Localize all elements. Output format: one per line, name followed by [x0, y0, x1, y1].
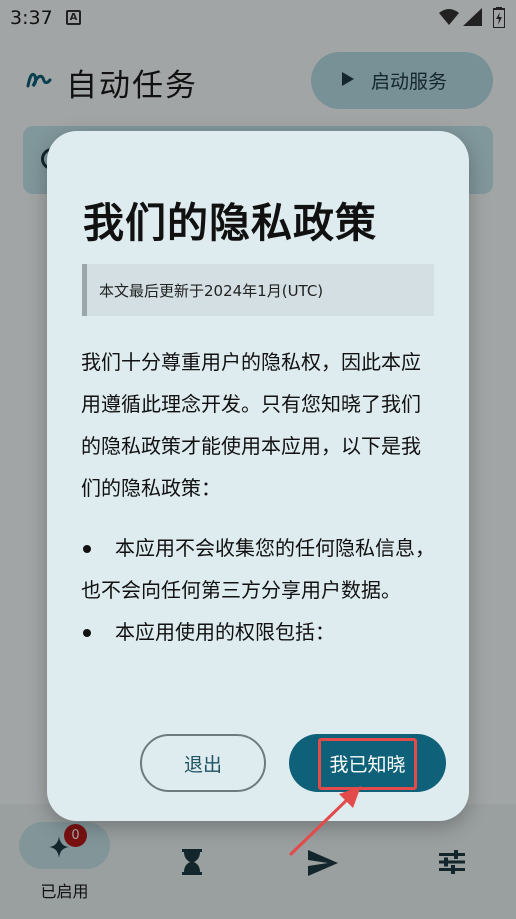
bullet-text: 本应用不会收集您的任何隐私信息，也不会向任何第三方分享用户数据。 — [81, 536, 435, 602]
list-item: 本应用使用的权限包括： — [81, 611, 435, 653]
exit-button[interactable]: 退出 — [140, 734, 266, 792]
acknowledge-button[interactable]: 我已知晓 — [289, 734, 446, 792]
bullet-text: 本应用使用的权限包括： — [115, 620, 335, 644]
list-item: 本应用不会收集您的任何隐私信息，也不会向任何第三方分享用户数据。 — [81, 527, 435, 611]
last-updated-text: 本文最后更新于2024年1月(UTC) — [99, 282, 324, 300]
last-updated-note: 本文最后更新于2024年1月(UTC) — [82, 264, 434, 316]
privacy-policy-dialog: 我们的隐私政策 本文最后更新于2024年1月(UTC) 我们十分尊重用户的隐私权… — [47, 131, 469, 821]
dialog-title: 我们的隐私政策 — [83, 199, 377, 247]
bullet-dot — [83, 629, 91, 637]
policy-bullet-list: 本应用不会收集您的任何隐私信息，也不会向任何第三方分享用户数据。 本应用使用的权… — [81, 527, 435, 653]
policy-content[interactable]: 我们十分尊重用户的隐私权，因此本应用遵循此理念开发。只有您知晓了我们的隐私政策才… — [81, 341, 435, 713]
policy-intro: 我们十分尊重用户的隐私权，因此本应用遵循此理念开发。只有您知晓了我们的隐私政策才… — [81, 350, 421, 500]
bullet-dot — [83, 545, 91, 553]
